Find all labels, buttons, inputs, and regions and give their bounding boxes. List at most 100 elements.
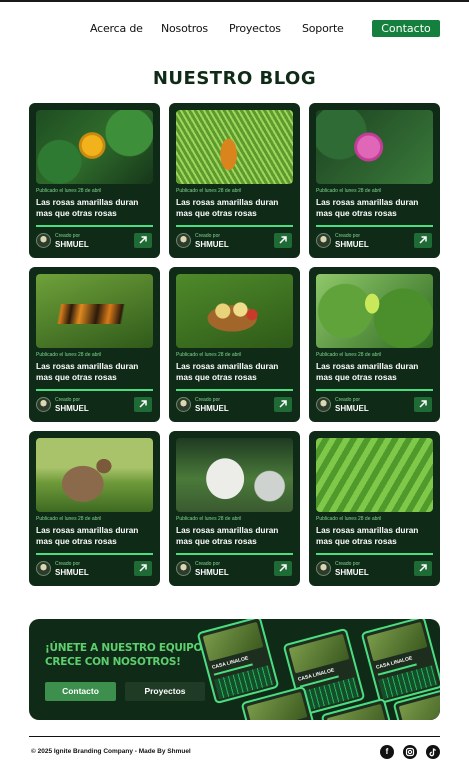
page-title: NUESTRO BLOG: [152, 68, 317, 89]
open-post-button[interactable]: [274, 397, 292, 412]
top-nav: Acerca de Nosotros Proyectos Soporte Con…: [0, 20, 469, 40]
card-divider: [176, 553, 293, 555]
card-date: Publicado el lunes 28 de abril: [176, 352, 242, 358]
card-date: Publicado el lunes 28 de abril: [36, 188, 102, 194]
card-title[interactable]: Las rosas amarillas duran mas que otras …: [176, 361, 296, 383]
blog-card[interactable]: Publicado el lunes 28 de abril Las rosas…: [169, 103, 300, 258]
yellow-rose-photo: [36, 110, 153, 184]
card-title[interactable]: Las rosas amarillas duran mas que otras …: [316, 361, 436, 383]
arrow-up-right-icon: [139, 400, 147, 408]
open-post-button[interactable]: [274, 233, 292, 248]
card-title[interactable]: Las rosas amarillas duran mas que otras …: [316, 525, 436, 547]
caterpillar-photo: [316, 274, 433, 348]
facebook-icon[interactable]: f: [380, 745, 394, 759]
blog-card[interactable]: Publicado el lunes 28 de abril Las rosas…: [309, 267, 440, 422]
footer-divider: [29, 736, 440, 737]
arrow-up-right-icon: [419, 400, 427, 408]
created-by-label: Creado por: [55, 397, 81, 403]
card-date: Publicado el lunes 28 de abril: [176, 188, 242, 194]
nav-item-proyectos[interactable]: Proyectos: [229, 22, 281, 35]
arrow-up-right-icon: [279, 236, 287, 244]
arrow-up-right-icon: [279, 564, 287, 572]
mockup-card: CASA LINALOE: [360, 619, 440, 705]
mockup-image: [366, 621, 428, 662]
mockup-card: CASA LINALOE: [196, 619, 280, 705]
pine-cone-photo: [176, 110, 293, 184]
blog-card[interactable]: Publicado el lunes 28 de abril Las rosas…: [29, 431, 160, 586]
author-name: SHMUEL: [55, 240, 89, 249]
mockup-image: [202, 621, 264, 662]
card-date: Publicado el lunes 28 de abril: [176, 516, 242, 522]
card-title[interactable]: Las rosas amarillas duran mas que otras …: [176, 525, 296, 547]
card-divider: [36, 389, 153, 391]
card-title[interactable]: Las rosas amarillas duran mas que otras …: [36, 197, 156, 219]
author-name: SHMUEL: [55, 404, 89, 413]
author-avatar: [36, 561, 51, 576]
card-date: Publicado el lunes 28 de abril: [36, 352, 102, 358]
nav-item-acerca-de[interactable]: Acerca de: [90, 22, 143, 35]
instagram-icon[interactable]: [403, 745, 417, 759]
open-post-button[interactable]: [414, 233, 432, 248]
author-name: SHMUEL: [335, 568, 369, 577]
created-by-label: Creado por: [55, 561, 81, 567]
author-name: SHMUEL: [195, 240, 229, 249]
created-by-label: Creado por: [195, 561, 221, 567]
card-date: Publicado el lunes 28 de abril: [36, 516, 102, 522]
card-divider: [316, 225, 433, 227]
tiktok-icon[interactable]: [426, 745, 440, 759]
open-post-button[interactable]: [134, 233, 152, 248]
author-name: SHMUEL: [55, 568, 89, 577]
author-avatar: [316, 233, 331, 248]
card-date: Publicado el lunes 28 de abril: [316, 188, 382, 194]
contact-button[interactable]: Contacto: [372, 20, 440, 37]
banner-projects-button[interactable]: Proyectos: [125, 682, 205, 701]
blog-card[interactable]: Publicado el lunes 28 de abril Las rosas…: [169, 267, 300, 422]
author-name: SHMUEL: [335, 240, 369, 249]
mockup-image: [246, 691, 308, 720]
open-post-button[interactable]: [134, 397, 152, 412]
open-post-button[interactable]: [134, 561, 152, 576]
top-divider: [0, 0, 469, 2]
open-post-button[interactable]: [274, 561, 292, 576]
author-avatar: [176, 233, 191, 248]
banner-contact-button[interactable]: Contacto: [45, 682, 116, 701]
author-avatar: [36, 233, 51, 248]
author-avatar: [316, 397, 331, 412]
open-post-button[interactable]: [414, 561, 432, 576]
nav-item-soporte[interactable]: Soporte: [302, 22, 344, 35]
green-plant-photo: [316, 438, 433, 512]
footer-copyright: © 2025 Ignite Branding Company - Made By…: [31, 748, 191, 755]
author-name: SHMUEL: [195, 404, 229, 413]
card-title[interactable]: Las rosas amarillas duran mas que otras …: [36, 361, 156, 383]
card-title[interactable]: Las rosas amarillas duran mas que otras …: [36, 525, 156, 547]
card-divider: [176, 225, 293, 227]
card-divider: [176, 389, 293, 391]
card-title[interactable]: Las rosas amarillas duran mas que otras …: [316, 197, 436, 219]
card-date: Publicado el lunes 28 de abril: [316, 516, 382, 522]
created-by-label: Creado por: [195, 233, 221, 239]
arrow-up-right-icon: [279, 400, 287, 408]
created-by-label: Creado por: [335, 233, 361, 239]
pink-flower-photo: [316, 110, 433, 184]
deer-photo: [36, 438, 153, 512]
card-divider: [36, 553, 153, 555]
open-post-button[interactable]: [414, 397, 432, 412]
card-divider: [316, 553, 433, 555]
blog-card[interactable]: Publicado el lunes 28 de abril Las rosas…: [309, 431, 440, 586]
arrow-up-right-icon: [419, 564, 427, 572]
blog-card[interactable]: Publicado el lunes 28 de abril Las rosas…: [29, 103, 160, 258]
nav-item-nosotros[interactable]: Nosotros: [161, 22, 208, 35]
author-avatar: [176, 397, 191, 412]
author-name: SHMUEL: [195, 568, 229, 577]
blog-card[interactable]: Publicado el lunes 28 de abril Las rosas…: [29, 267, 160, 422]
mockup-image: [288, 633, 350, 674]
author-name: SHMUEL: [335, 404, 369, 413]
created-by-label: Creado por: [55, 233, 81, 239]
arrow-up-right-icon: [139, 564, 147, 572]
author-avatar: [36, 397, 51, 412]
blog-card[interactable]: Publicado el lunes 28 de abril Las rosas…: [169, 431, 300, 586]
butterfly-photo: [36, 274, 153, 348]
card-date: Publicado el lunes 28 de abril: [316, 352, 382, 358]
card-title[interactable]: Las rosas amarillas duran mas que otras …: [176, 197, 296, 219]
blog-card[interactable]: Publicado el lunes 28 de abril Las rosas…: [309, 103, 440, 258]
